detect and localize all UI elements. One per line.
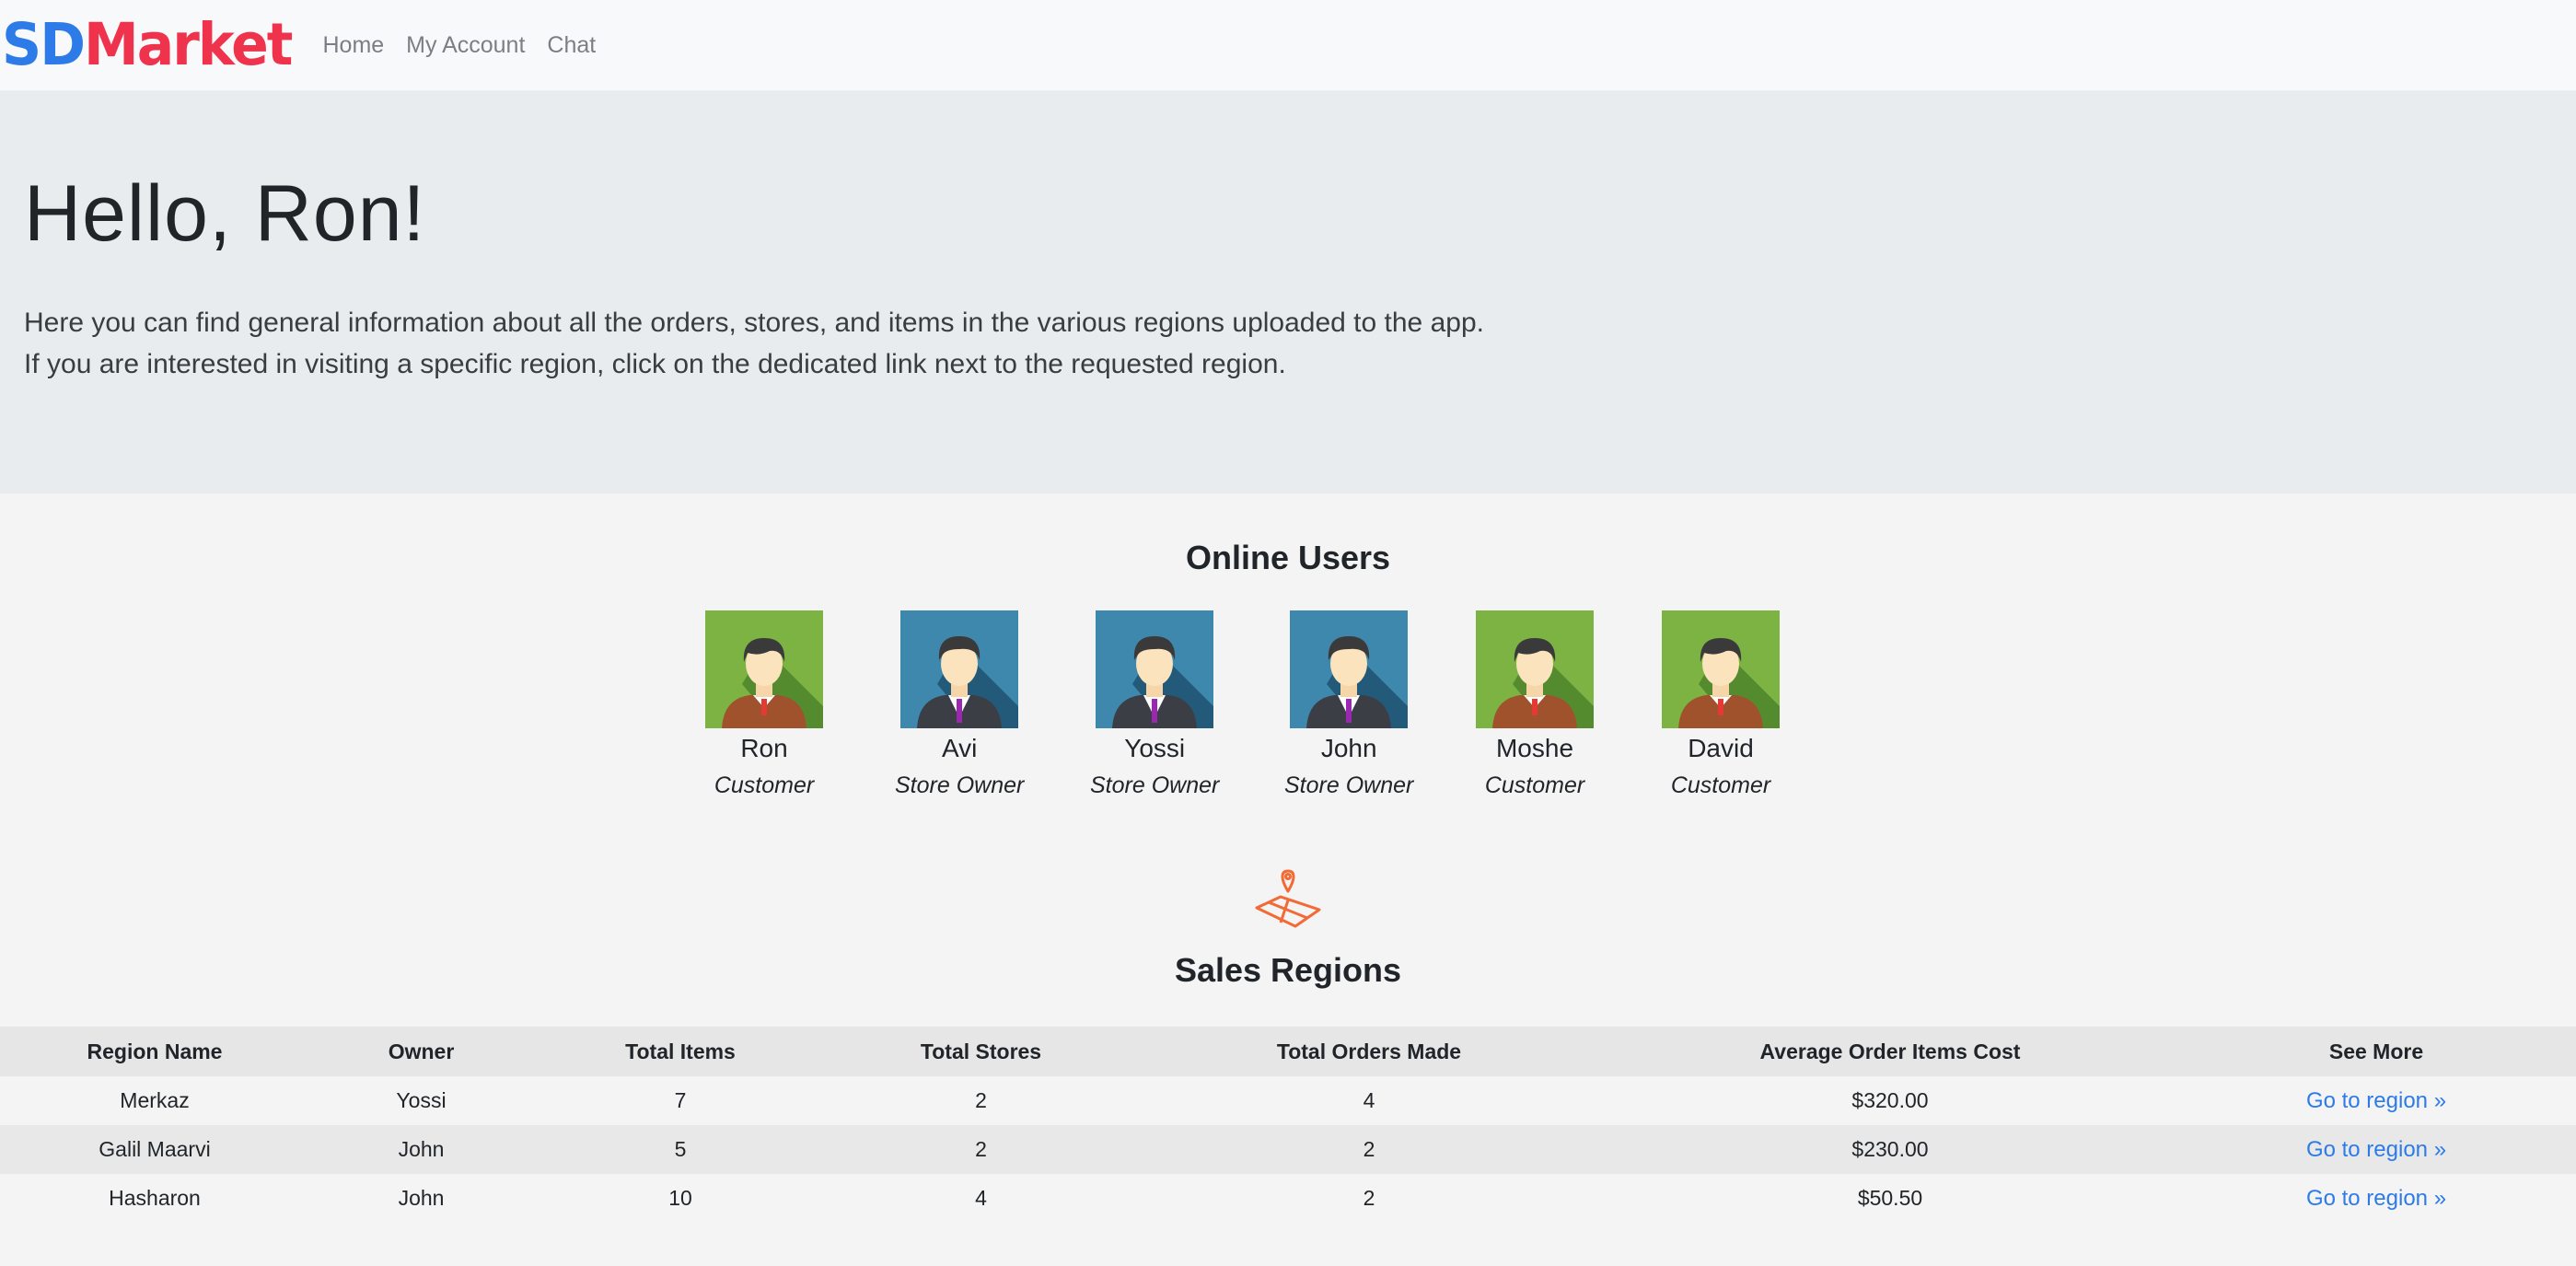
online-users-list: Ron Customer Avi Store Owner Yossi Store… [0, 610, 2576, 804]
store-owner-avatar-icon [900, 610, 1019, 728]
total-items-cell: 10 [533, 1174, 828, 1223]
user-role: Store Owner [895, 772, 1025, 798]
owner-cell: John [309, 1125, 533, 1174]
user-name: John [1320, 734, 1377, 762]
user-name: Yossi [1124, 734, 1186, 762]
user-role: Customer [1484, 772, 1585, 798]
region-name-cell: Hasharon [0, 1174, 309, 1223]
jumbotron: Hello, Ron! Here you can find general in… [0, 91, 2576, 494]
column-header-owner: Owner [309, 1027, 533, 1076]
column-header-avg-cost: Average Order Items Cost [1604, 1027, 2176, 1076]
total-items-cell: 5 [533, 1125, 828, 1174]
brand-logo-sd: SD [2, 11, 86, 79]
user-card: Yossi Store Owner [1090, 610, 1219, 799]
nav-menu: Home My Account Chat [322, 32, 618, 59]
avg-cost-cell: $320.00 [1604, 1076, 2176, 1125]
nav-chat-link[interactable]: Chat [547, 32, 596, 59]
user-role: Store Owner [1090, 772, 1220, 798]
total-stores-cell: 2 [828, 1076, 1134, 1125]
nav-home-link[interactable]: Home [322, 32, 384, 59]
store-owner-avatar-icon [1096, 610, 1214, 728]
user-role: Customer [714, 772, 815, 798]
greeting-heading: Hello, Ron! [24, 169, 426, 258]
customer-avatar-icon [705, 610, 823, 728]
owner-cell: John [309, 1174, 533, 1223]
user-name: Ron [740, 734, 788, 762]
region-name-cell: Merkaz [0, 1076, 309, 1125]
go-to-region-link[interactable]: Go to region » [2306, 1186, 2446, 1211]
brand-logo-market: Market [84, 11, 293, 79]
owner-cell: Yossi [309, 1076, 533, 1125]
user-role: Store Owner [1284, 772, 1414, 798]
total-orders-cell: 2 [1134, 1125, 1604, 1174]
user-card: Ron Customer [705, 610, 823, 799]
column-header-region-name: Region Name [0, 1027, 309, 1076]
intro-text-line-2: If you are interested in visiting a spec… [24, 349, 1286, 379]
table-row: Galil Maarvi John 5 2 2 $230.00 Go to re… [0, 1125, 2576, 1174]
map-pin-icon [0, 869, 2576, 938]
user-card: Avi Store Owner [895, 610, 1024, 799]
go-to-region-link[interactable]: Go to region » [2306, 1137, 2446, 1162]
avg-cost-cell: $50.50 [1604, 1174, 2176, 1223]
see-more-cell: Go to region » [2176, 1125, 2576, 1174]
go-to-region-link[interactable]: Go to region » [2306, 1088, 2446, 1113]
customer-avatar-icon [1476, 610, 1594, 728]
column-header-see-more: See More [2176, 1027, 2576, 1076]
nav-my-account-link[interactable]: My Account [406, 32, 525, 59]
see-more-cell: Go to region » [2176, 1076, 2576, 1125]
sales-regions-title: Sales Regions [1174, 951, 1402, 989]
total-items-cell: 7 [533, 1076, 828, 1125]
user-role: Customer [1670, 772, 1771, 798]
total-stores-cell: 4 [828, 1174, 1134, 1223]
total-orders-cell: 4 [1134, 1076, 1604, 1125]
brand-logo[interactable]: SD Market [2, 11, 293, 79]
user-card: David Customer [1662, 610, 1780, 799]
column-header-total-items: Total Items [533, 1027, 828, 1076]
user-name: David [1688, 734, 1754, 762]
sales-regions-table: Region Name Owner Total Items Total Stor… [0, 1027, 2576, 1223]
user-card: Moshe Customer [1476, 610, 1594, 799]
region-name-cell: Galil Maarvi [0, 1125, 309, 1174]
total-orders-cell: 2 [1134, 1174, 1604, 1223]
see-more-cell: Go to region » [2176, 1174, 2576, 1223]
table-row: Merkaz Yossi 7 2 4 $320.00 Go to region … [0, 1076, 2576, 1125]
table-header-row: Region Name Owner Total Items Total Stor… [0, 1027, 2576, 1076]
column-header-total-orders: Total Orders Made [1134, 1027, 1604, 1076]
user-name: Moshe [1495, 734, 1574, 762]
total-stores-cell: 2 [828, 1125, 1134, 1174]
store-owner-avatar-icon [1290, 610, 1409, 728]
column-header-total-stores: Total Stores [828, 1027, 1134, 1076]
online-users-title: Online Users [1185, 539, 1391, 576]
intro-text-line-1: Here you can find general information ab… [24, 308, 1484, 338]
user-name: Avi [941, 734, 978, 762]
navbar: SD Market Home My Account Chat [0, 0, 2576, 91]
customer-avatar-icon [1662, 610, 1780, 728]
table-row: Hasharon John 10 4 2 $50.50 Go to region… [0, 1174, 2576, 1223]
avg-cost-cell: $230.00 [1604, 1125, 2176, 1174]
user-card: John Store Owner [1284, 610, 1413, 799]
